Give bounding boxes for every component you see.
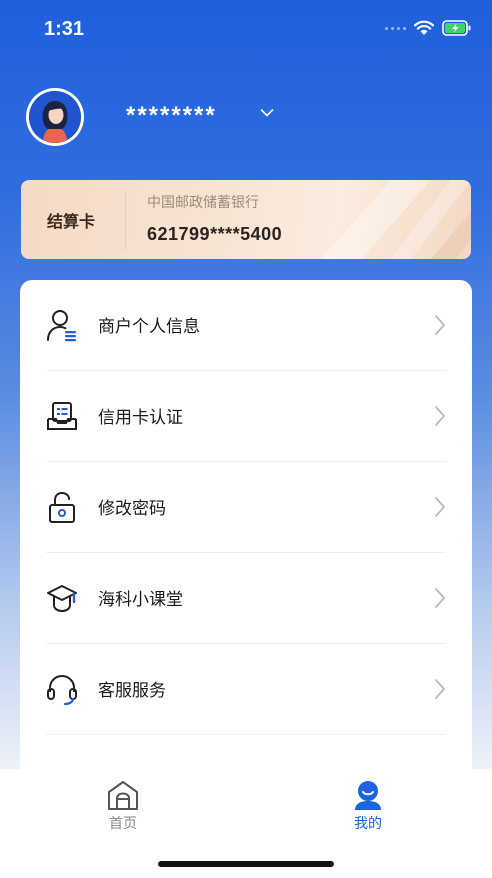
chevron-right-icon [435,406,445,426]
menu-item-change-password[interactable]: 修改密码 [20,462,472,553]
card-number: 621799****5400 [147,224,283,244]
chevron-down-icon[interactable] [260,108,274,118]
menu-item-label: 商户个人信息 [98,317,200,337]
battery-charging-icon [442,20,471,36]
card-divider [125,190,126,250]
tab-home-label: 首页 [109,816,137,832]
home-icon [108,781,138,810]
menu-item-customer-service[interactable]: 客服服务 [20,644,472,735]
chevron-right-icon [435,315,445,335]
tab-mine-label: 我的 [354,816,382,832]
status-time: 1:31 [44,18,85,40]
chevron-right-icon [435,679,445,699]
status-bar: 1:31 [0,0,492,60]
card-decoration [321,180,471,259]
status-icons [385,20,472,36]
username[interactable]: ******** [126,102,217,130]
menu-item-label: 信用卡认证 [98,408,183,428]
chevron-right-icon [435,588,445,608]
card-type-label: 结算卡 [47,212,96,231]
home-indicator [158,861,334,867]
user-avatar-icon [29,91,81,143]
bank-name: 中国邮政储蓄银行 [147,195,259,211]
menu-item-credit-card-verify[interactable]: 信用卡认证 [20,371,472,462]
graduation-cap-icon [47,585,77,613]
wifi-icon [414,20,434,35]
chevron-right-icon [435,497,445,517]
profile-header[interactable]: ******** [26,88,466,146]
tab-mine[interactable]: 我的 [308,779,428,839]
menu-item-label: 修改密码 [98,499,166,519]
avatar[interactable] [26,88,84,146]
unlock-icon [49,491,75,523]
menu-item-label: 海科小课堂 [98,590,183,610]
tab-home[interactable]: 首页 [63,779,183,839]
menu-item-merchant-info[interactable]: 商户个人信息 [20,280,472,371]
signal-dots-icon [385,26,406,30]
person-info-icon [47,310,76,342]
menu-item-label: 客服服务 [98,681,166,701]
menu-list: 商户个人信息 信用卡认证 修改密码 海科小课堂 客服服务 [20,280,472,800]
card-verify-icon [47,402,77,430]
profile-icon [355,781,381,810]
menu-item-haike-classroom[interactable]: 海科小课堂 [20,553,472,644]
headset-icon [47,674,77,706]
settlement-card[interactable]: 结算卡 中国邮政储蓄银行 621799****5400 [21,180,471,259]
